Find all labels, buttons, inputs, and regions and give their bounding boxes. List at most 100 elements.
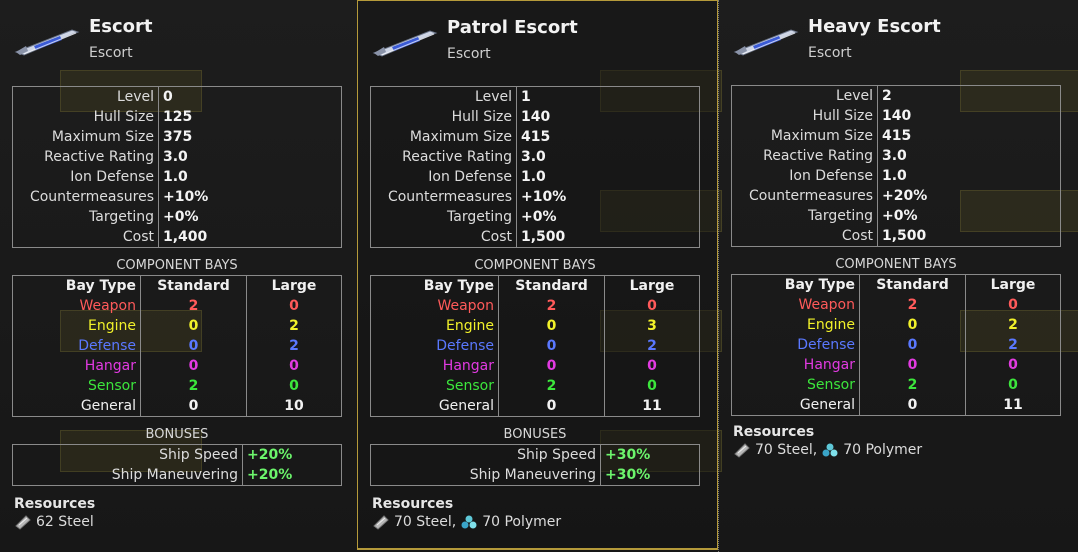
- stat-row: Level 0: [13, 87, 341, 107]
- component-bays-table: Bay Type Standard Large Weapon 2 0 Engine 0 3 Def…: [370, 275, 700, 417]
- stat-label: Reactive Rating: [732, 146, 878, 166]
- ship-name: Heavy Escort: [808, 16, 941, 37]
- bay-row-general: General 0 11: [371, 396, 699, 416]
- bay-row-engine: Engine 0 2: [732, 315, 1060, 335]
- stat-row: Level 2: [732, 86, 1060, 106]
- stat-row: Countermeasures +10%: [371, 187, 699, 207]
- bay-type-header: Bay Type: [13, 276, 141, 296]
- ship-design-panel[interactable]: Patrol Escort Escort Level 1 Hull Size 140 Max…: [357, 0, 718, 550]
- large-count: 3: [647, 318, 657, 334]
- bay-row-general: General 0 11: [732, 395, 1060, 415]
- bonus-label: Ship Maneuvering: [371, 465, 601, 485]
- stat-row: Hull Size 125: [13, 107, 341, 127]
- stat-row: Ion Defense 1.0: [13, 167, 341, 187]
- stat-label: Reactive Rating: [13, 147, 159, 167]
- large-count: 0: [289, 358, 299, 374]
- standard-count: 2: [860, 375, 966, 395]
- stat-label: Countermeasures: [371, 187, 517, 207]
- bay-type-header: Bay Type: [371, 276, 499, 296]
- resource-amount: 70 Steel,: [755, 442, 818, 458]
- standard-count: 0: [860, 355, 966, 375]
- standard-count: 2: [141, 376, 247, 396]
- standard-count: 0: [499, 356, 605, 376]
- bay-type: Defense: [13, 336, 141, 356]
- stat-label: Maximum Size: [371, 127, 517, 147]
- ship-class: Escort: [447, 46, 491, 62]
- standard-count: 0: [499, 396, 605, 416]
- bonuses-title: BONUSES: [145, 427, 209, 442]
- steel-icon: [14, 514, 32, 530]
- stat-label: Ion Defense: [371, 167, 517, 187]
- large-count: 0: [1008, 297, 1018, 313]
- stats-table: Level 0 Hull Size 125 Maximum Size 375 Reactiv…: [12, 86, 342, 248]
- resources-section: Resources 62 Steel: [14, 496, 95, 530]
- resources-cost: 70 Steel, 70 Polymer: [372, 514, 561, 530]
- stat-value: 415: [882, 128, 912, 144]
- stat-value: 3.0: [163, 149, 188, 165]
- standard-count: 2: [141, 296, 247, 316]
- bay-row-weapon: Weapon 2 0: [13, 296, 341, 316]
- standard-count: 0: [141, 336, 247, 356]
- bonuses-title: BONUSES: [503, 427, 567, 442]
- ship-design-panel[interactable]: Heavy Escort Escort Level 2 Hull Size 140 Maxi…: [718, 0, 1078, 552]
- stat-row: Reactive Rating 3.0: [13, 147, 341, 167]
- escort-ship-icon: [731, 24, 801, 58]
- bays-header-row: Bay Type Standard Large: [371, 276, 699, 296]
- large-count: 10: [284, 398, 304, 414]
- polymer-icon: [821, 442, 839, 458]
- resources-title: Resources: [14, 496, 96, 512]
- standard-count: 0: [141, 356, 247, 376]
- stat-value: +0%: [882, 208, 918, 224]
- ship-name: Patrol Escort: [447, 17, 578, 38]
- bonus-label: Ship Maneuvering: [13, 465, 243, 485]
- stat-row: Countermeasures +20%: [732, 186, 1060, 206]
- stat-value: +20%: [882, 188, 928, 204]
- ship-class: Escort: [808, 45, 852, 61]
- stat-value: 0: [163, 89, 173, 105]
- large-count: 2: [1008, 317, 1018, 333]
- bay-type: General: [732, 395, 860, 415]
- stat-value: +10%: [521, 189, 567, 205]
- stat-label: Hull Size: [732, 106, 878, 126]
- stat-label: Countermeasures: [732, 186, 878, 206]
- stat-value: 1,500: [521, 229, 566, 245]
- steel-icon: [372, 514, 390, 530]
- standard-count: 2: [499, 296, 605, 316]
- stat-row: Countermeasures +10%: [13, 187, 341, 207]
- stat-label: Reactive Rating: [371, 147, 517, 167]
- stat-label: Targeting: [371, 207, 517, 227]
- stat-label: Level: [371, 87, 517, 107]
- steel-icon: [733, 442, 751, 458]
- bay-row-engine: Engine 0 2: [13, 316, 341, 336]
- large-count: 2: [647, 338, 657, 354]
- stat-value: 2: [882, 88, 892, 104]
- stat-row: Reactive Rating 3.0: [371, 147, 699, 167]
- bonuses-table: Ship Speed +20% Ship Maneuvering +20%: [12, 444, 342, 486]
- large-count: 2: [289, 338, 299, 354]
- stat-row: Ion Defense 1.0: [732, 166, 1060, 186]
- bay-type-header: Bay Type: [732, 275, 860, 295]
- component-bays-table: Bay Type Standard Large Weapon 2 0 Engine 0 2 Def…: [731, 274, 1061, 416]
- ship-design-panel[interactable]: Escort Escort Level 0 Hull Size 125 Maximum Si…: [0, 0, 357, 552]
- bay-row-sensor: Sensor 2 0: [371, 376, 699, 396]
- large-count: 2: [1008, 337, 1018, 353]
- large-count: 11: [1003, 397, 1023, 413]
- bonus-value: +30%: [605, 447, 651, 463]
- stat-row: Level 1: [371, 87, 699, 107]
- stat-label: Maximum Size: [732, 126, 878, 146]
- bonus-label: Ship Speed: [371, 445, 601, 465]
- stat-label: Level: [13, 87, 159, 107]
- resource-amount: 62 Steel: [36, 514, 94, 530]
- stat-value: 1.0: [163, 169, 188, 185]
- large-count: 0: [647, 298, 657, 314]
- stat-label: Cost: [732, 226, 878, 246]
- standard-count: 2: [499, 376, 605, 396]
- bay-type: Engine: [732, 315, 860, 335]
- bay-row-defense: Defense 0 2: [371, 336, 699, 356]
- stats-table: Level 1 Hull Size 140 Maximum Size 415 Reactiv…: [370, 86, 700, 248]
- stat-label: Countermeasures: [13, 187, 159, 207]
- stat-value: +0%: [521, 209, 557, 225]
- bay-type: Engine: [13, 316, 141, 336]
- stat-value: 415: [521, 129, 551, 145]
- component-bays-table: Bay Type Standard Large Weapon 2 0 Engine 0 2 Def…: [12, 275, 342, 417]
